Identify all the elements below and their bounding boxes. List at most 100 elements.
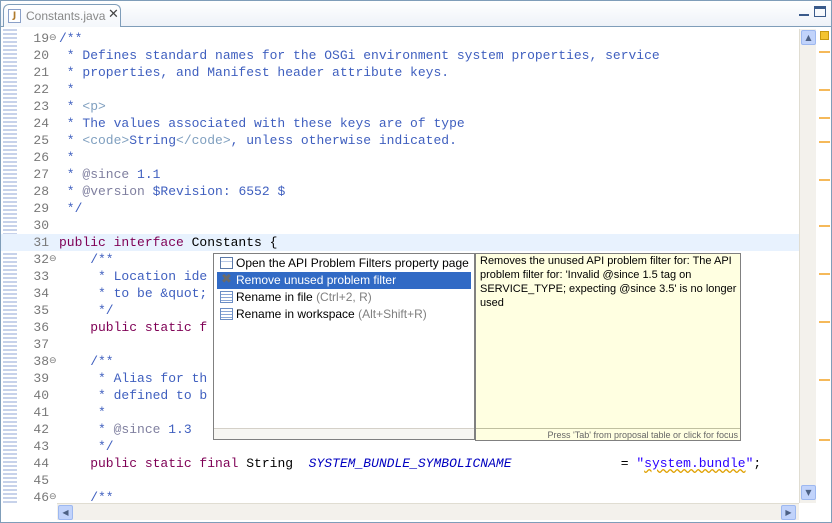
warning-icon[interactable]: [820, 31, 829, 40]
annotation-marker[interactable]: [819, 225, 830, 227]
remove-icon: ✖: [221, 272, 232, 287]
line-number: 41: [33, 405, 49, 420]
annotation-marker[interactable]: [819, 379, 830, 381]
maximize-icon[interactable]: [814, 6, 826, 17]
proposal-info-tooltip[interactable]: Removes the unused API problem filter fo…: [475, 253, 741, 441]
code-line[interactable]: 44 public static final String SYSTEM_BUN…: [1, 455, 799, 472]
code-line[interactable]: 46 ⊖ /**: [1, 489, 799, 503]
tab-label: Constants.java: [26, 9, 106, 23]
minimize-icon[interactable]: [797, 6, 811, 18]
property-page-icon: [220, 257, 233, 269]
code-text: *: [59, 405, 106, 420]
line-number: 27: [33, 167, 49, 182]
code-text: public interface Constants {: [59, 235, 278, 250]
scroll-left-icon[interactable]: ◀: [58, 505, 73, 520]
line-number: 28: [33, 184, 49, 199]
code-line[interactable]: 26 *: [1, 149, 799, 166]
line-number: 39: [33, 371, 49, 386]
line-number: 46: [33, 490, 49, 503]
fold-toggle-icon[interactable]: ⊖: [49, 353, 57, 370]
line-number: 21: [33, 65, 49, 80]
code-text: * @version $Revision: 6552 $: [59, 184, 286, 199]
vertical-scrollbar[interactable]: ▲ ▼: [799, 29, 816, 503]
line-number: 26: [33, 150, 49, 165]
code-line[interactable]: 31 public interface Constants {: [1, 234, 799, 251]
code-text: *: [59, 150, 75, 165]
line-number: 33: [33, 269, 49, 284]
code-text: *: [59, 82, 75, 97]
code-text: * <code>String</code>, unless otherwise …: [59, 133, 457, 148]
horizontal-scrollbar[interactable]: ◀ ▶: [57, 503, 799, 520]
editor-tab-bar: J Constants.java ✕: [1, 1, 831, 27]
code-text: /**: [59, 31, 83, 46]
editor-tab-constants[interactable]: J Constants.java ✕: [3, 4, 121, 27]
code-text: * Defines standard names for the OSGi en…: [59, 48, 660, 63]
code-text: * @since 1.1: [59, 167, 161, 182]
code-line[interactable]: 23 * <p>: [1, 98, 799, 115]
proposals-status-bar: [214, 428, 474, 439]
annotation-marker[interactable]: [819, 117, 830, 119]
code-line[interactable]: 20 * Defines standard names for the OSGi…: [1, 47, 799, 64]
code-line[interactable]: 25 * <code>String</code>, unless otherwi…: [1, 132, 799, 149]
code-text: * defined to b: [59, 388, 208, 403]
code-line[interactable]: 45: [1, 472, 799, 489]
annotation-marker[interactable]: [819, 51, 830, 53]
proposal-rename-in-workspace[interactable]: Rename in workspace (Alt+Shift+R): [217, 306, 471, 323]
proposal-label: Rename in file: [236, 290, 313, 304]
annotation-marker[interactable]: [819, 141, 830, 143]
line-number: 30: [33, 218, 49, 233]
scroll-down-icon[interactable]: ▼: [801, 485, 816, 500]
code-line[interactable]: 21 * properties, and Manifest header att…: [1, 64, 799, 81]
code-line[interactable]: 24 * The values associated with these ke…: [1, 115, 799, 132]
line-number: 43: [33, 439, 49, 454]
close-icon[interactable]: ✕: [108, 7, 119, 22]
line-number: 32: [33, 252, 49, 267]
line-number: 37: [33, 337, 49, 352]
annotation-marker[interactable]: [819, 89, 830, 91]
proposal-rename-in-file[interactable]: Rename in file (Ctrl+2, R): [217, 289, 471, 306]
proposal-label: Remove unused problem filter: [236, 273, 397, 287]
line-number: 34: [33, 286, 49, 301]
line-number: 24: [33, 116, 49, 131]
line-number: 40: [33, 388, 49, 403]
code-text: public static final String SYSTEM_BUNDLE…: [59, 456, 762, 471]
code-line[interactable]: 27 * @since 1.1: [1, 166, 799, 183]
code-text: /**: [59, 354, 114, 369]
code-line[interactable]: 28 * @version $Revision: 6552 $: [1, 183, 799, 200]
code-line[interactable]: 22 *: [1, 81, 799, 98]
code-line[interactable]: 19 ⊖/**: [1, 30, 799, 47]
proposal-label: Rename in workspace: [236, 307, 355, 321]
code-line[interactable]: 29 */: [1, 200, 799, 217]
line-number: 20: [33, 48, 49, 63]
rename-icon: [220, 308, 233, 320]
fold-toggle-icon[interactable]: ⊖: [49, 489, 57, 503]
annotation-marker[interactable]: [819, 439, 830, 441]
code-text: */: [59, 201, 83, 216]
line-number: 29: [33, 201, 49, 216]
annotation-marker[interactable]: [819, 321, 830, 323]
code-text: */: [59, 303, 114, 318]
code-text: * The values associated with these keys …: [59, 116, 465, 131]
annotation-marker[interactable]: [819, 273, 830, 275]
proposal-remove-filter[interactable]: ✖ Remove unused problem filter: [217, 272, 471, 289]
proposal-open-property-page[interactable]: Open the API Problem Filters property pa…: [217, 255, 471, 272]
code-line[interactable]: 30: [1, 217, 799, 234]
line-number: 19: [33, 31, 49, 46]
fold-toggle-icon[interactable]: ⊖: [49, 251, 57, 268]
code-text: /**: [59, 490, 114, 503]
tooltip-footer: Press 'Tab' from proposal table or click…: [476, 428, 740, 440]
rename-icon: [220, 291, 233, 303]
tooltip-text: Removes the unused API problem filter fo…: [480, 255, 737, 309]
code-text: * Location ide: [59, 269, 208, 284]
overview-ruler[interactable]: [816, 29, 831, 503]
line-number: 45: [33, 473, 49, 488]
fold-toggle-icon[interactable]: ⊖: [49, 30, 57, 47]
java-file-icon: J: [8, 9, 21, 23]
proposal-shortcut: (Ctrl+2, R): [316, 290, 372, 304]
annotation-marker[interactable]: [819, 179, 830, 181]
proposal-shortcut: (Alt+Shift+R): [358, 307, 427, 321]
line-number: 22: [33, 82, 49, 97]
scroll-up-icon[interactable]: ▲: [801, 30, 816, 45]
code-text: */: [59, 439, 114, 454]
scroll-right-icon[interactable]: ▶: [781, 505, 796, 520]
